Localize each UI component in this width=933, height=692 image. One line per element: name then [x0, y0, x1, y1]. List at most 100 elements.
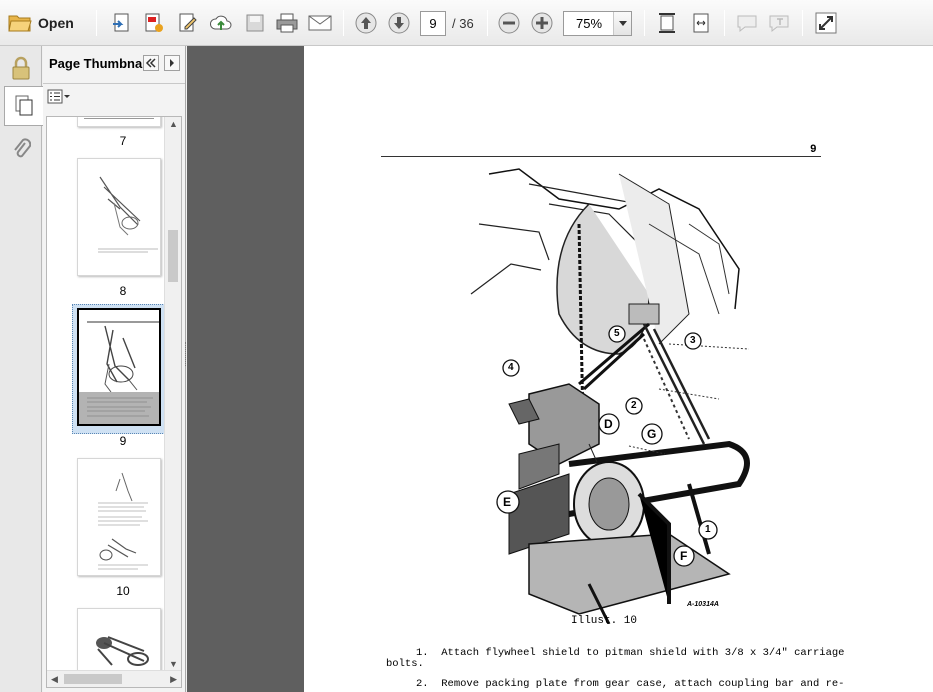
step-text: Attach flywheel shield to pitman shield … — [441, 647, 845, 659]
page-count: / 36 — [452, 16, 474, 31]
callout-E: E — [503, 495, 512, 509]
thumbnail-page-8[interactable] — [77, 158, 161, 276]
step-1: 1. Attach flywheel shield to pitman shie… — [386, 647, 844, 659]
main-toolbar: Open 9 / 36 75% — [0, 0, 933, 46]
step-1-continued: bolts. — [386, 658, 424, 670]
chevron-down-icon[interactable] — [613, 12, 631, 35]
thumbnail-drawing-icon — [98, 472, 148, 570]
thumbnail-label: 7 — [119, 134, 127, 148]
export-pdf-button[interactable] — [141, 9, 167, 37]
page-number: 9 — [810, 144, 817, 156]
scrollbar-thumb[interactable] — [64, 674, 122, 684]
thumbnail-label: 10 — [116, 584, 130, 598]
highlight-icon — [769, 15, 789, 33]
open-label: Open — [38, 15, 74, 31]
email-icon — [308, 15, 332, 31]
fullscreen-icon — [815, 12, 837, 34]
callout-labels: 5 3 4 2 D G E 1 F — [484, 316, 744, 576]
save-button[interactable] — [242, 9, 268, 37]
print-button[interactable] — [273, 9, 301, 37]
callout-5: 5 — [614, 328, 620, 339]
illustration-caption: Illust. 10 — [571, 615, 638, 627]
panel-options-row — [43, 84, 185, 112]
callout-F: F — [680, 549, 688, 563]
page-up-icon — [355, 12, 377, 34]
highlight-button[interactable] — [766, 9, 792, 37]
save-icon — [246, 14, 264, 32]
step-text: Remove packing plate from gear case, att… — [441, 678, 845, 690]
callout-4: 4 — [508, 362, 514, 373]
fit-width-icon — [693, 13, 709, 33]
collapse-panel-button[interactable] — [143, 55, 159, 71]
navigation-rail — [0, 46, 43, 692]
edit-pdf-icon — [179, 13, 197, 32]
scroll-up-icon[interactable]: ▲ — [169, 119, 178, 129]
options-menu-icon — [47, 89, 70, 104]
fit-width-button[interactable] — [688, 9, 714, 37]
zoom-out-icon — [498, 12, 520, 34]
thumbnail-page-9[interactable] — [77, 308, 161, 426]
panel-title: Page Thumbna... — [49, 56, 154, 71]
cloud-upload-icon — [209, 15, 232, 30]
illustration-code: A-10314A — [687, 601, 719, 608]
thumbnail-options-button[interactable] — [47, 89, 71, 107]
double-chevron-left-icon — [145, 58, 156, 68]
thumbnail-page-10[interactable] — [77, 458, 161, 576]
header-rule — [381, 156, 821, 157]
scroll-down-icon[interactable]: ▼ — [169, 659, 178, 669]
callout-1: 1 — [705, 524, 711, 535]
document-page: 9 5 3 4 2 D G E 1 F A-10314A Illust. 10 … — [304, 46, 933, 692]
thumbnail-label: 9 — [119, 434, 127, 448]
open-folder-icon — [8, 15, 32, 32]
print-icon — [276, 13, 298, 33]
panel-header: Page Thumbna... — [43, 46, 185, 84]
chevron-right-icon — [170, 59, 174, 67]
edit-pdf-button[interactable] — [175, 9, 201, 37]
paperclip-icon — [14, 138, 31, 158]
email-button[interactable] — [306, 9, 334, 37]
page-number-input[interactable]: 9 — [420, 11, 446, 36]
attachments-button[interactable] — [3, 128, 39, 168]
previous-page-button[interactable] — [353, 9, 379, 37]
zoom-select[interactable]: 75% — [563, 11, 632, 36]
zoom-value: 75% — [576, 16, 603, 31]
step-2: 2. Remove packing plate from gear case, … — [386, 678, 844, 690]
zoom-in-icon — [531, 12, 553, 34]
thumbnail-drawing-icon — [79, 321, 159, 424]
thumbnail-label: 8 — [119, 284, 127, 298]
fit-page-button[interactable] — [654, 9, 680, 37]
thumbnail-page-7[interactable] — [77, 117, 161, 127]
fullscreen-button[interactable] — [813, 9, 839, 37]
callout-G: G — [647, 427, 657, 441]
thumbnail-list[interactable]: 7 8 9 10 ▲ ▼ ◀ ▶ — [46, 116, 182, 688]
open-button[interactable]: Open — [8, 9, 82, 37]
fit-page-icon — [659, 13, 675, 33]
callout-3: 3 — [690, 335, 696, 346]
thumbnail-vertical-scrollbar[interactable]: ▲ ▼ — [164, 117, 181, 671]
create-pdf-icon — [113, 13, 129, 32]
page-down-icon — [388, 12, 410, 34]
export-pdf-icon — [145, 13, 163, 32]
zoom-in-button[interactable] — [529, 9, 555, 37]
thumbnail-horizontal-scrollbar[interactable]: ◀ ▶ — [47, 670, 181, 687]
next-page-button[interactable] — [386, 9, 412, 37]
cloud-upload-button[interactable] — [207, 9, 235, 37]
callout-2: 2 — [631, 400, 637, 411]
pages-icon — [15, 95, 33, 116]
scroll-left-icon[interactable]: ◀ — [51, 674, 58, 685]
panel-next-button[interactable] — [164, 55, 180, 71]
comment-button[interactable] — [734, 9, 760, 37]
step-number: 2. — [416, 678, 429, 690]
comment-icon — [737, 15, 757, 33]
security-button[interactable] — [3, 48, 39, 88]
lock-icon — [12, 56, 30, 80]
page-thumbnails-button[interactable] — [4, 86, 43, 126]
document-viewer[interactable]: 9 5 3 4 2 D G E 1 F A-10314A Illust. 10 … — [187, 46, 933, 692]
thumbnail-drawing-icon — [98, 176, 158, 253]
thumbnail-panel: Page Thumbna... 7 8 9 10 ▲ ▼ ◀ ▶ — [43, 46, 188, 692]
create-pdf-button[interactable] — [109, 9, 135, 37]
callout-D: D — [604, 417, 613, 431]
scrollbar-thumb[interactable] — [168, 230, 178, 282]
zoom-out-button[interactable] — [496, 9, 522, 37]
scroll-right-icon[interactable]: ▶ — [170, 674, 177, 685]
